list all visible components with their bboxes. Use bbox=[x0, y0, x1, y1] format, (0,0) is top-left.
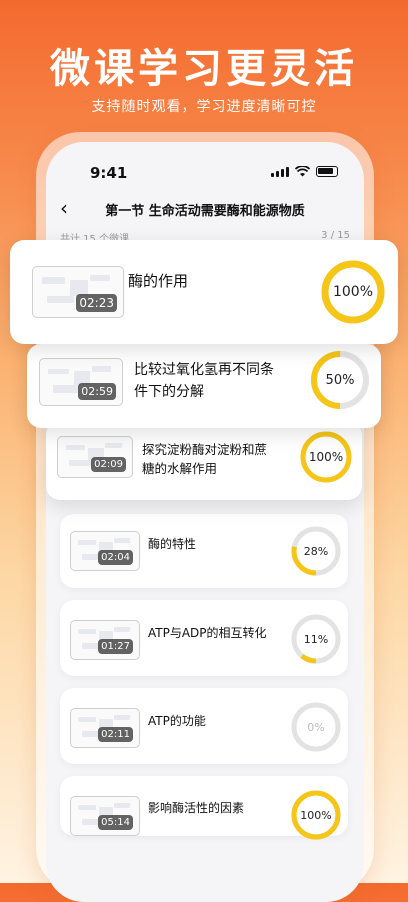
progress-label: 100% bbox=[300, 808, 332, 822]
duration-badge: 02:11 bbox=[98, 727, 133, 742]
lesson-thumbnail: 02:04 bbox=[70, 531, 140, 571]
thumbnail-graphic bbox=[114, 627, 130, 632]
progress-ring: 100% bbox=[298, 429, 354, 485]
lesson-thumbnail: 02:11 bbox=[70, 708, 140, 748]
thumbnail-graphic bbox=[114, 803, 130, 808]
hero-title: 微课学习更灵活 bbox=[50, 46, 358, 92]
progress-ring: 100% bbox=[289, 788, 343, 842]
lesson-title: 酶的特性 bbox=[148, 537, 197, 551]
thumbnail-graphic bbox=[52, 385, 78, 393]
thumbnail-graphic bbox=[92, 366, 111, 372]
hero-subtitle: 支持随时观看，学习进度清晰可控 bbox=[91, 99, 317, 115]
lesson-title: 影响酶活性的因素 bbox=[148, 801, 245, 815]
thumbnail-graphic bbox=[46, 295, 75, 304]
lesson-title: ATP与ADP的相互转化 bbox=[148, 626, 267, 640]
wifi-icon bbox=[295, 166, 310, 177]
thumbnail-graphic bbox=[114, 715, 130, 720]
lesson-title: 比较过氧化氢再不同条件下的分解 bbox=[134, 362, 274, 400]
duration-badge: 05:14 bbox=[98, 815, 133, 830]
status-icons bbox=[271, 166, 338, 177]
duration-badge: 02:09 bbox=[91, 457, 126, 472]
progress-label: 50% bbox=[325, 372, 355, 388]
lesson-thumbnail: 05:14 bbox=[70, 796, 140, 836]
thumbnail-graphic bbox=[78, 717, 96, 722]
duration-badge: 02:59 bbox=[78, 383, 116, 400]
progress-ring: 50% bbox=[308, 348, 372, 412]
progress-ring: 11% bbox=[289, 612, 343, 666]
lesson-thumbnail: 01:27 bbox=[70, 620, 140, 660]
lesson-thumbnail: 02:23 bbox=[32, 266, 124, 318]
progress-label: 11% bbox=[303, 632, 329, 646]
progress-ring: 28% bbox=[289, 524, 343, 578]
thumbnail-graphic bbox=[90, 274, 111, 282]
progress-ring: 100% bbox=[318, 257, 388, 327]
progress-ring: 0% bbox=[289, 700, 343, 754]
progress-label: 100% bbox=[308, 450, 344, 464]
lesson-thumbnail: 02:09 bbox=[57, 436, 133, 478]
thumbnail-graphic bbox=[114, 538, 130, 543]
progress-label: 100% bbox=[332, 284, 374, 300]
status-time: 9:41 bbox=[90, 164, 128, 182]
signal-icon bbox=[271, 167, 289, 177]
lesson-title: 酶的作用 bbox=[128, 272, 189, 290]
progress-label: 0% bbox=[307, 720, 325, 734]
lesson-title: ATP的功能 bbox=[148, 714, 206, 728]
thumbnail-graphic bbox=[48, 368, 70, 375]
duration-badge: 02:04 bbox=[98, 550, 133, 565]
thumbnail-graphic bbox=[65, 445, 85, 451]
lesson-title: 探究淀粉酶对淀粉和蔗糖的水解作用 bbox=[142, 442, 268, 477]
page-title: 第一节 生命活动需要酶和能源物质 bbox=[105, 204, 305, 219]
battery-icon bbox=[316, 166, 338, 177]
duration-badge: 01:27 bbox=[98, 639, 133, 654]
thumbnail-graphic bbox=[78, 805, 96, 810]
lesson-thumbnail: 02:59 bbox=[39, 358, 123, 406]
thumbnail-graphic bbox=[78, 629, 96, 634]
nav-bar: ‹ 第一节 生命活动需要酶和能源物质 bbox=[46, 194, 364, 224]
thumbnail-graphic bbox=[42, 277, 66, 284]
thumbnail-graphic bbox=[69, 460, 93, 467]
thumbnail-graphic bbox=[105, 443, 122, 449]
duration-badge: 02:23 bbox=[76, 294, 117, 312]
thumbnail-graphic bbox=[78, 540, 96, 545]
progress-label: 28% bbox=[303, 544, 329, 558]
